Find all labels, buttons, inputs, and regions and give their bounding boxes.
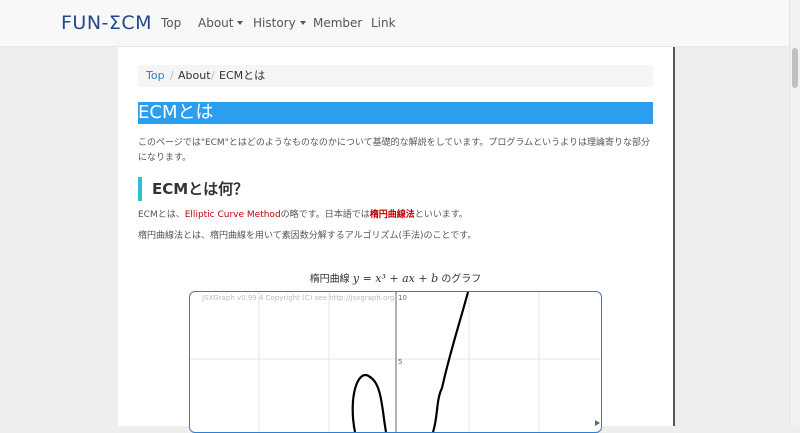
graph-title-suffix: のグラフ <box>441 274 482 285</box>
intro-paragraph: このページでは"ECM"とはどのようなものなのかについて基礎的な解説をしています… <box>138 138 650 163</box>
page-title: ECMとは <box>138 102 653 124</box>
site-logo[interactable]: FUN-ΣCM <box>61 12 152 34</box>
nav-history-label: History <box>253 16 296 30</box>
scrollbar-thumb[interactable] <box>792 48 798 88</box>
breadcrumb-about: About <box>178 69 211 82</box>
p1-prefix: ECMとは、 <box>138 210 185 220</box>
y-tick-label: 10 <box>398 294 407 302</box>
breadcrumb-separator: / <box>211 69 215 82</box>
p1-mid: の略です。日本語では <box>280 210 370 220</box>
graph-title-prefix: 楕円曲線 <box>309 274 350 285</box>
breadcrumb-top[interactable]: Top <box>146 65 165 87</box>
graph-copyright: JSXGraph v0.99.4 Copyright (C) see http:… <box>202 294 395 302</box>
main-content: Top / About / ECMとは ECMとは このページでは"ECM"とは… <box>118 47 675 433</box>
nav-about[interactable]: About <box>198 16 244 30</box>
page-scrollbar[interactable] <box>789 0 800 426</box>
chevron-down-icon <box>299 21 306 25</box>
breadcrumb-separator: / <box>170 69 174 82</box>
section-paragraph-1: ECMとは、Elliptic Curve Methodの略です。日本語では楕円曲… <box>138 208 653 223</box>
nav-link[interactable]: Link <box>371 16 396 30</box>
nav-history[interactable]: History <box>253 16 306 30</box>
section-paragraph-2: 楕円曲線法とは、楕円曲線を用いて素因数分解するアルゴリズム(手法)のことです。 <box>138 231 477 241</box>
curve-open-component <box>431 292 470 432</box>
navbar: FUN-ΣCM Top About History Member Link <box>0 0 790 47</box>
nav-about-label: About <box>198 16 234 30</box>
curve-closed-component <box>351 374 388 432</box>
p1-emphasis: Elliptic Curve Method <box>184 210 281 220</box>
nav-member[interactable]: Member <box>313 16 362 30</box>
chevron-down-icon <box>237 21 244 25</box>
nav-top[interactable]: Top <box>161 16 181 30</box>
y-tick-label: 5 <box>398 358 402 366</box>
graph-svg: 10 5 <box>190 292 601 432</box>
p1-suffix: といいます。 <box>414 210 468 220</box>
jsxgraph-board[interactable]: 10 5 JSXGraph v0.99.4 Copyright (C) see … <box>189 291 602 433</box>
breadcrumb-current: ECMとは <box>219 69 266 82</box>
section-heading: ECMとは何？ <box>138 177 653 201</box>
x-axis-arrow <box>595 420 600 426</box>
graph-title: 楕円曲線 y = x³ + ax + b のグラフ <box>118 270 673 285</box>
graph-title-formula: y = x³ + ax + b <box>352 272 439 285</box>
p1-bold: 楕円曲線法 <box>369 210 415 220</box>
breadcrumb: Top / About / ECMとは <box>138 65 653 87</box>
